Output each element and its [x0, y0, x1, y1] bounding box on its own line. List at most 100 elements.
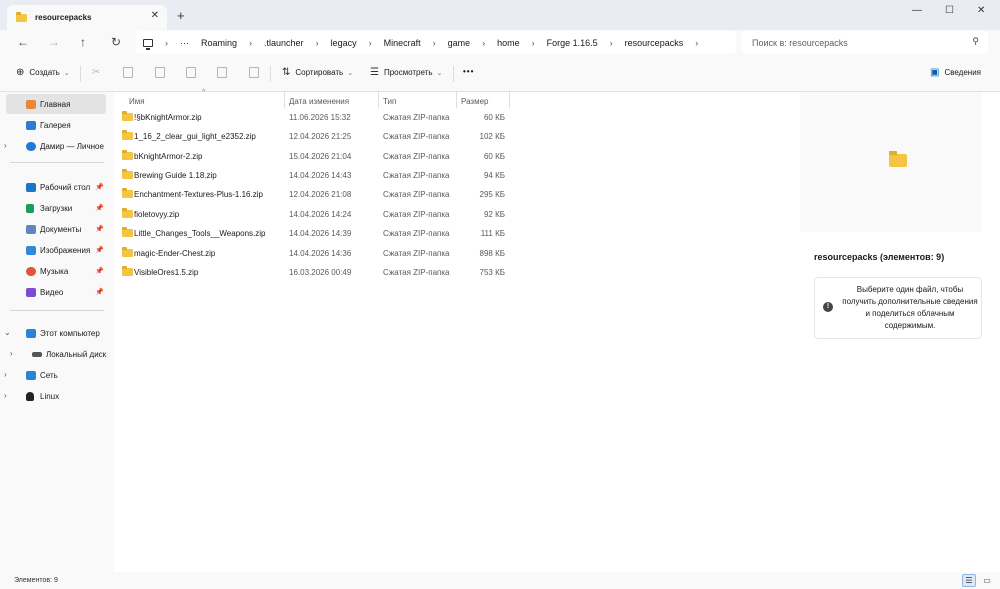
cut-icon[interactable]: ✂ [92, 67, 100, 78]
column-separator[interactable] [456, 92, 457, 108]
sidebar-item-label: Видео [40, 287, 64, 297]
file-row[interactable]: VisibleOres1.5.zip 16.03.2026 00:49 Сжат… [116, 263, 510, 282]
sidebar-item-label: Дамир — Личное [40, 141, 104, 151]
sidebar-item-network[interactable]: › Сеть [4, 365, 106, 385]
breadcrumb-home[interactable]: home [497, 38, 520, 48]
breadcrumb-roaming[interactable]: Roaming [201, 38, 237, 48]
file-date: 14.04.2026 14:36 [289, 249, 352, 258]
create-button[interactable]: ⊕ Создать ⌄ [16, 67, 70, 78]
sidebar-item-this-pc[interactable]: ⌄ Этот компьютер [4, 323, 106, 343]
breadcrumb-forge[interactable]: Forge 1.16.5 [547, 38, 598, 48]
expand-chevron-icon[interactable]: › [4, 391, 7, 400]
file-row[interactable]: 1_16_2_clear_gui_light_e2352.zip 12.04.2… [116, 127, 510, 146]
expand-chevron-icon[interactable]: › [4, 370, 7, 379]
close-window-button[interactable]: ✕ [977, 5, 985, 16]
file-row[interactable]: bKnightArmor-2.zip 15.04.2026 21:04 Сжат… [116, 147, 510, 166]
sidebar-item-videos[interactable]: Видео 📌 [6, 282, 106, 302]
file-row[interactable]: fioletovyy.zip 14.04.2026 14:24 Сжатая Z… [116, 205, 510, 224]
sidebar-item-linux[interactable]: › Linux [4, 386, 106, 406]
chevron-down-icon: ⌄ [436, 69, 443, 77]
minimize-button[interactable]: — [912, 5, 922, 16]
sidebar-item-local-disk[interactable]: › Локальный диск [10, 344, 112, 364]
breadcrumb-more-button[interactable]: ··· [180, 38, 189, 48]
sidebar-item-documents[interactable]: Документы 📌 [6, 219, 106, 239]
breadcrumb-separator[interactable]: › [482, 38, 485, 48]
breadcrumb-separator[interactable]: › [316, 38, 319, 48]
file-date: 14.04.2026 14:39 [289, 229, 352, 238]
file-row[interactable]: Little_Changes_Tools__Weapons.zip 14.04.… [116, 224, 510, 243]
file-row[interactable]: Brewing Guide 1.18.zip 14.04.2026 14:43 … [116, 166, 510, 185]
breadcrumb-legacy[interactable]: legacy [331, 38, 357, 48]
tab-resourcepacks[interactable]: resourcepacks ✕ [7, 5, 167, 30]
status-bar: Элементов: 9 ☰ ▭ [0, 572, 1000, 589]
paste-icon[interactable] [155, 67, 165, 78]
details-view-button[interactable]: ☰ [962, 574, 976, 587]
breadcrumb-separator[interactable]: › [695, 38, 698, 48]
sort-button[interactable]: ⇅ Сортировать ⌄ [282, 67, 353, 78]
breadcrumb-minecraft[interactable]: Minecraft [384, 38, 421, 48]
back-button[interactable]: ← [17, 35, 29, 49]
column-separator[interactable] [284, 92, 285, 108]
copy-icon[interactable] [123, 67, 133, 78]
new-tab-button[interactable]: + [177, 8, 185, 23]
collapse-chevron-icon[interactable]: ⌄ [4, 328, 11, 337]
sidebar-item-music[interactable]: Музыка 📌 [6, 261, 106, 281]
chevron-down-icon: ⌄ [63, 69, 70, 77]
sidebar-item-home[interactable]: Главная [6, 94, 106, 114]
close-tab-icon[interactable]: ✕ [151, 10, 159, 21]
column-date-label: Дата изменения [289, 96, 350, 106]
expand-chevron-icon[interactable]: › [10, 349, 13, 358]
file-type: Сжатая ZIP-папка [383, 113, 450, 122]
file-type: Сжатая ZIP-папка [383, 132, 450, 141]
forward-button[interactable]: → [48, 35, 60, 49]
column-separator[interactable] [378, 92, 379, 108]
delete-icon[interactable] [249, 67, 259, 78]
file-date: 16.03.2026 00:49 [289, 268, 352, 277]
breadcrumb-separator[interactable]: › [532, 38, 535, 48]
file-row[interactable]: Enchantment-Textures-Plus-1.16.zip 12.04… [116, 185, 510, 204]
sort-label: Сортировать [295, 68, 344, 77]
sidebar-item-downloads[interactable]: Загрузки 📌 [6, 198, 106, 218]
search-input[interactable]: Поиск в: resourcepacks ⚲ [742, 31, 988, 54]
file-type: Сжатая ZIP-папка [383, 249, 450, 258]
details-pane-button[interactable]: ▣ Сведения [930, 67, 981, 78]
desktop-icon [26, 183, 36, 192]
more-options-button[interactable]: ••• [463, 67, 474, 76]
expand-chevron-icon[interactable]: › [4, 141, 7, 150]
breadcrumb-separator[interactable]: › [610, 38, 613, 48]
toolbar-divider [453, 66, 454, 82]
breadcrumb-resourcepacks[interactable]: resourcepacks [625, 38, 684, 48]
music-icon [26, 267, 36, 276]
file-date: 12.04.2026 21:25 [289, 132, 352, 141]
rename-icon[interactable] [186, 67, 196, 78]
share-icon[interactable] [217, 67, 227, 78]
tiles-view-button[interactable]: ▭ [980, 574, 994, 587]
address-bar[interactable]: › ··· Roaming › .tlauncher › legacy › Mi… [136, 31, 736, 54]
sidebar-item-label: Изображения [40, 245, 91, 255]
sidebar-item-label: Документы [40, 224, 82, 234]
column-name-label: Имя [129, 96, 145, 106]
file-row[interactable]: magic-Ender-Chest.zip 14.04.2026 14:36 С… [116, 244, 510, 263]
breadcrumb-separator[interactable]: › [249, 38, 252, 48]
sidebar-item-onedrive[interactable]: › Дамир — Личное [4, 136, 106, 156]
up-button[interactable]: ↑ [80, 35, 86, 49]
sidebar-item-desktop[interactable]: Рабочий стол 📌 [6, 177, 106, 197]
file-row[interactable]: !§bKnightArmor.zip 11.06.2026 15:32 Сжат… [116, 108, 510, 127]
sidebar-item-pictures[interactable]: Изображения 📌 [6, 240, 106, 260]
view-button[interactable]: ☰ Просмотреть ⌄ [370, 67, 442, 78]
breadcrumb-separator[interactable]: › [433, 38, 436, 48]
file-type: Сжатая ZIP-папка [383, 171, 450, 180]
column-separator[interactable] [509, 92, 510, 108]
folder-icon [16, 11, 27, 22]
file-size: 94 КБ [483, 171, 505, 180]
file-type: Сжатая ZIP-папка [383, 268, 450, 277]
breadcrumb-game[interactable]: game [448, 38, 471, 48]
breadcrumb-separator[interactable]: › [369, 38, 372, 48]
view-icon: ☰ [370, 67, 379, 78]
sidebar-item-gallery[interactable]: Галерея [6, 115, 106, 135]
chevron-down-icon: ⌄ [347, 69, 354, 77]
refresh-button[interactable]: ↻ [111, 35, 121, 49]
file-list: Имя ^ Дата изменения Тип Размер !§bKnigh… [114, 89, 800, 572]
maximize-button[interactable]: ☐ [945, 5, 954, 16]
breadcrumb-tlauncher[interactable]: .tlauncher [264, 38, 304, 48]
